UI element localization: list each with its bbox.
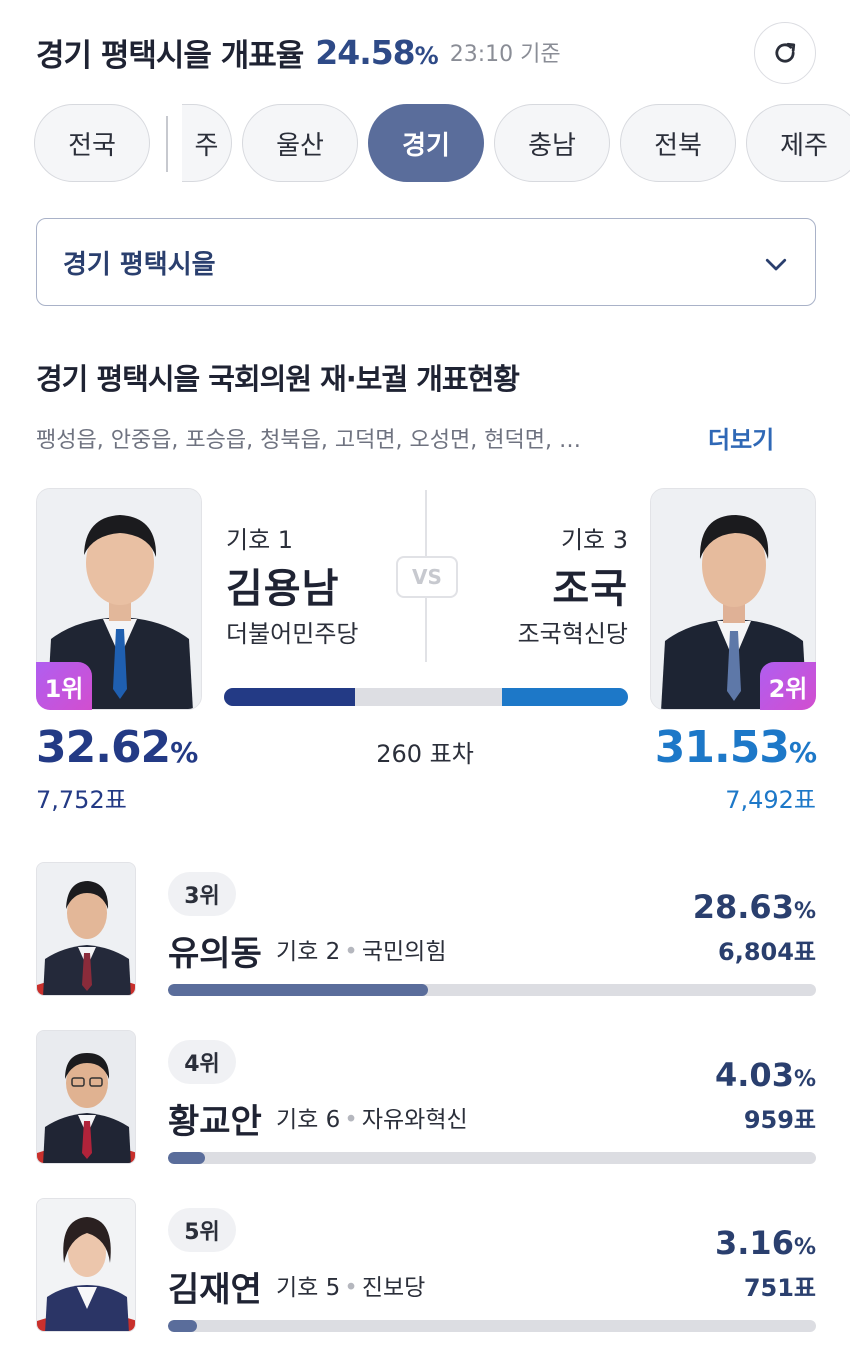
candidate-votes: 6,804표	[718, 938, 816, 966]
tab-jeju[interactable]: 제주	[746, 104, 850, 182]
candidate-portrait	[37, 1199, 135, 1331]
candidate-share-fill	[168, 1152, 205, 1164]
candidate-number-left: 기호 1	[226, 526, 294, 554]
candidate-party: 진보당	[361, 1275, 426, 1301]
count-rate: 24.58%	[315, 32, 439, 72]
vote-count-right: 7,492표	[725, 786, 816, 814]
candidate-pct: 4.03%	[715, 1056, 816, 1094]
section-title: 경기 평택시을 국회의원 재·보궐 개표현황	[36, 362, 520, 396]
candidate-share-bar	[168, 1320, 816, 1332]
candidate-number: 기호 6	[276, 1107, 341, 1133]
district-select-label: 경기 평택시을	[63, 249, 216, 280]
tab-national[interactable]: 전국	[34, 104, 150, 182]
candidate-row[interactable]: 3위 유의동 기호 2 • 국민의힘 28.63% 6,804표	[0, 862, 850, 1012]
vote-pct-right: 31.53%	[654, 722, 817, 773]
candidate-portrait	[37, 863, 135, 995]
vote-pct-right-sign: %	[788, 736, 817, 769]
candidate-party-right: 조국혁신당	[517, 620, 628, 648]
candidate-pct-value: 4.03	[715, 1056, 794, 1094]
candidate-thumb	[36, 1198, 136, 1332]
vote-share-bar-right	[502, 688, 628, 706]
candidate-pct-value: 28.63	[692, 888, 794, 926]
candidate-pct-sign: %	[793, 1067, 816, 1092]
vote-count-left: 7,752표	[36, 786, 127, 814]
tab-jeonbuk[interactable]: 전북	[620, 104, 736, 182]
candidate-name-left: 김용남	[226, 566, 340, 612]
tab-divider	[166, 116, 168, 172]
vote-pct-right-value: 31.53	[654, 722, 790, 773]
rank-chip: 5위	[168, 1208, 236, 1252]
separator-dot: •	[344, 1107, 358, 1133]
candidate-share-bar	[168, 984, 816, 996]
region-tabs: 전국 주 울산 경기 충남 전북 제주	[0, 104, 850, 184]
tab-chungnam[interactable]: 충남	[494, 104, 610, 182]
candidate-share-bar	[168, 1152, 816, 1164]
separator-dot: •	[344, 1275, 358, 1301]
update-time: 23:10 기준	[449, 42, 561, 67]
refresh-icon	[775, 42, 796, 63]
candidate-pct-sign: %	[793, 899, 816, 924]
candidate-votes: 959표	[743, 1106, 816, 1134]
candidate-party: 국민의힘	[361, 939, 447, 965]
rank-chip: 4위	[168, 1040, 236, 1084]
candidate-number: 기호 5	[276, 1275, 341, 1301]
tab-partial[interactable]: 주	[182, 104, 232, 182]
area-list: 팽성읍, 안중읍, 포승읍, 청북읍, 고덕면, 오성면, 현덕면, …	[36, 428, 581, 453]
rank-badge-right: 2위	[760, 662, 816, 710]
count-rate-pct-sign: %	[414, 41, 439, 70]
separator-dot: •	[344, 939, 358, 965]
more-link[interactable]: 더보기	[708, 420, 774, 455]
candidate-row[interactable]: 5위 김재연 기호 5 • 진보당 3.16% 751표	[0, 1198, 850, 1348]
candidate-votes: 751표	[743, 1274, 816, 1302]
candidate-meta: 기호 5 • 진보당	[276, 1268, 425, 1302]
candidate-meta: 기호 6 • 자유와혁신	[276, 1100, 468, 1134]
candidate-row[interactable]: 4위 황교안 기호 6 • 자유와혁신 4.03% 959표	[0, 1030, 850, 1180]
candidate-name: 유의동	[168, 934, 262, 974]
vs-label: VS	[396, 556, 458, 598]
rank-chip: 3위	[168, 872, 236, 916]
candidate-pct-value: 3.16	[715, 1224, 794, 1262]
rank-badge-left: 1위	[36, 662, 92, 710]
candidate-portrait	[37, 1031, 135, 1163]
candidate-name-right: 조국	[552, 566, 628, 612]
candidate-name: 황교안	[168, 1102, 262, 1142]
count-rate-value: 24.58	[315, 32, 415, 72]
candidate-share-fill	[168, 1320, 197, 1332]
candidate-share-fill	[168, 984, 428, 996]
header-title: 경기 평택시을 개표율	[36, 37, 304, 74]
candidate-thumb	[36, 1030, 136, 1164]
candidate-thumb	[36, 862, 136, 996]
candidate-pct: 28.63%	[693, 888, 816, 926]
candidate-name: 김재연	[168, 1270, 262, 1310]
candidate-party: 자유와혁신	[361, 1107, 468, 1133]
vote-share-bar-left	[224, 688, 355, 706]
refresh-button[interactable]	[754, 22, 816, 84]
candidate-meta: 기호 2 • 국민의힘	[276, 932, 446, 966]
tab-gyeonggi[interactable]: 경기	[368, 104, 484, 182]
tab-ulsan[interactable]: 울산	[242, 104, 358, 182]
candidate-number: 기호 2	[276, 939, 341, 965]
candidate-party-left: 더불어민주당	[226, 620, 359, 648]
district-select[interactable]: 경기 평택시을	[36, 218, 816, 306]
vote-share-bar	[224, 688, 628, 706]
candidate-pct-sign: %	[793, 1235, 816, 1260]
candidate-pct: 3.16%	[715, 1224, 816, 1262]
chevron-down-icon	[765, 258, 787, 271]
candidate-number-right: 기호 3	[560, 526, 628, 554]
count-header: 경기 평택시을 개표율 24.58% 23:10 기준	[36, 22, 816, 84]
